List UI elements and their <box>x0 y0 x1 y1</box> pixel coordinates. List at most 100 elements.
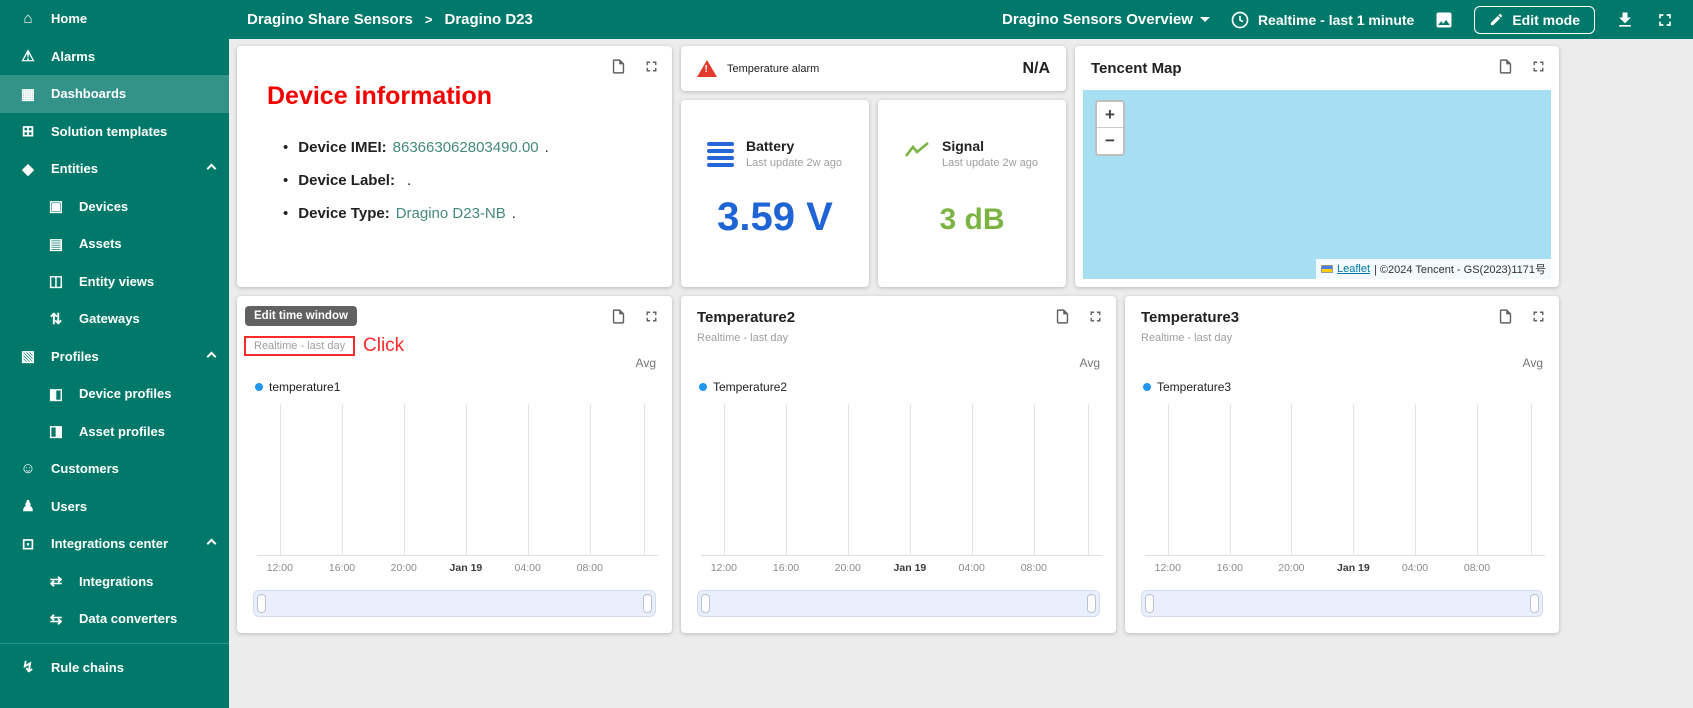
sidebar-item-users[interactable]: ♟ Users <box>0 488 229 526</box>
dashboard-state-selector[interactable]: Dragino Sensors Overview <box>1002 11 1210 28</box>
chart-legend[interactable]: temperature1 <box>255 380 340 394</box>
sidebar-item-assets[interactable]: ▤ Assets <box>0 225 229 263</box>
users-icon: ♟ <box>18 497 38 515</box>
assets-icon: ▤ <box>46 235 66 253</box>
customers-icon: ☺ <box>18 460 38 477</box>
x-tick: 04:00 <box>959 562 985 574</box>
range-handle-right[interactable] <box>1530 594 1539 613</box>
breadcrumb-parent[interactable]: Dragino Share Sensors <box>247 11 413 28</box>
range-handle-left[interactable] <box>1145 594 1154 613</box>
aggregation-label: Avg <box>1080 356 1100 370</box>
range-handle-left[interactable] <box>701 594 710 613</box>
map-attribution: Leaflet | ©2024 Tencent - GS(2023)1171号 <box>1316 259 1551 279</box>
chart-plot[interactable] <box>701 404 1102 556</box>
gridline <box>1531 404 1532 555</box>
sidebar-item-integrations-center[interactable]: ⊡ Integrations center <box>0 525 229 563</box>
sidebar-item-entity-views[interactable]: ◫ Entity views <box>0 263 229 301</box>
export-widget-icon[interactable] <box>610 58 627 75</box>
zoom-out-button[interactable]: − <box>1097 128 1123 154</box>
sidebar-item-data-converters[interactable]: ⇆ Data converters <box>0 600 229 638</box>
sidebar-item-device-profiles[interactable]: ◧ Device profiles <box>0 375 229 413</box>
sidebar-item-devices[interactable]: ▣ Devices <box>0 188 229 226</box>
chevron-up-icon <box>207 351 217 361</box>
leaflet-link[interactable]: Leaflet <box>1337 263 1370 275</box>
edit-mode-button[interactable]: Edit mode <box>1474 6 1595 34</box>
sidebar-item-customers[interactable]: ☺ Customers <box>0 450 229 488</box>
expand-widget-icon[interactable] <box>1530 308 1547 325</box>
gridline <box>848 404 849 555</box>
chart-plot[interactable] <box>1145 404 1545 556</box>
device-profiles-icon: ◧ <box>46 385 66 403</box>
device-imei-label: Device IMEI: <box>298 139 386 156</box>
device-information-title: Device information <box>267 82 672 111</box>
sidebar-item-solution-templates[interactable]: ⊞ Solution templates <box>0 113 229 151</box>
fullscreen-icon[interactable] <box>1655 10 1675 30</box>
sidebar-item-gateways[interactable]: ⇅ Gateways <box>0 300 229 338</box>
alarms-icon: ⚠ <box>18 47 38 65</box>
export-widget-icon[interactable] <box>610 308 627 325</box>
sidebar-divider <box>0 643 229 644</box>
gridline <box>786 404 787 555</box>
chart-timewindow-label[interactable]: Realtime - last day <box>254 340 345 352</box>
sidebar-item-alarms[interactable]: ⚠ Alarms <box>0 38 229 76</box>
aggregation-label: Avg <box>1523 356 1543 370</box>
bullet-icon: • <box>283 139 288 156</box>
zoom-in-button[interactable]: + <box>1097 102 1123 128</box>
range-handle-right[interactable] <box>1087 594 1096 613</box>
range-handle-right[interactable] <box>643 594 652 613</box>
expand-widget-icon[interactable] <box>643 308 660 325</box>
chevron-down-icon <box>1200 17 1210 22</box>
temperature-alarm-widget[interactable]: Temperature alarm N/A <box>681 46 1066 91</box>
x-tick: 04:00 <box>515 562 541 574</box>
click-annotation: Click <box>363 335 404 357</box>
export-widget-icon[interactable] <box>1497 308 1514 325</box>
sidebar-item-home[interactable]: ⌂ Home <box>0 0 229 38</box>
image-export-icon[interactable] <box>1434 10 1454 30</box>
entity-views-icon: ◫ <box>46 272 66 290</box>
sidebar-item-label: Profiles <box>51 349 99 364</box>
time-range-slider[interactable] <box>697 590 1100 617</box>
x-tick: 04:00 <box>1402 562 1428 574</box>
x-tick: 16:00 <box>773 562 799 574</box>
devices-icon: ▣ <box>46 197 66 215</box>
sidebar-item-dashboards[interactable]: ▦ Dashboards <box>0 75 229 113</box>
x-tick: 16:00 <box>329 562 355 574</box>
download-icon[interactable] <box>1615 10 1635 30</box>
legend-dot-icon <box>1143 383 1151 391</box>
x-tick: 20:00 <box>835 562 861 574</box>
row-suffix: . <box>407 172 411 189</box>
flag-icon <box>1321 265 1333 273</box>
chart-legend[interactable]: Temperature2 <box>699 380 787 394</box>
signal-trend-icon <box>904 140 930 165</box>
expand-widget-icon[interactable] <box>1087 308 1104 325</box>
chart-legend[interactable]: Temperature3 <box>1143 380 1231 394</box>
chart-plot[interactable] <box>257 404 658 556</box>
timewindow-highlight-box[interactable]: Realtime - last day <box>244 336 355 356</box>
timewindow-label: Realtime - last 1 minute <box>1258 12 1414 28</box>
sidebar-item-rule-chains[interactable]: ↯ Rule chains <box>0 649 229 687</box>
sidebar-item-profiles[interactable]: ▧ Profiles <box>0 338 229 376</box>
temperature3-chart-widget: Temperature3 Realtime - last day Avg Tem… <box>1125 296 1559 633</box>
sidebar-item-integrations[interactable]: ⇄ Integrations <box>0 563 229 601</box>
breadcrumb-separator: > <box>425 12 433 27</box>
time-range-slider[interactable] <box>1141 590 1543 617</box>
data-converters-icon: ⇆ <box>46 610 66 628</box>
x-tick: 12:00 <box>711 562 737 574</box>
sidebar-item-asset-profiles[interactable]: ◨ Asset profiles <box>0 413 229 451</box>
x-tick: Jan 19 <box>1337 562 1370 574</box>
timewindow-button[interactable]: Realtime - last 1 minute <box>1230 10 1414 30</box>
time-range-slider[interactable] <box>253 590 656 617</box>
chart-timewindow-label[interactable]: Realtime - last day <box>697 332 788 344</box>
export-widget-icon[interactable] <box>1497 58 1514 75</box>
map-canvas[interactable]: + − Leaflet | ©2024 Tencent - GS(2023)11… <box>1083 90 1551 279</box>
edit-time-window-tooltip: Edit time window <box>245 306 357 326</box>
x-tick: 08:00 <box>1021 562 1047 574</box>
sidebar-item-entities[interactable]: ◆ Entities <box>0 150 229 188</box>
export-widget-icon[interactable] <box>1054 308 1071 325</box>
expand-widget-icon[interactable] <box>1530 58 1547 75</box>
chart-timewindow-label[interactable]: Realtime - last day <box>1141 332 1232 344</box>
legend-label: Temperature3 <box>1157 380 1231 394</box>
expand-widget-icon[interactable] <box>643 58 660 75</box>
range-handle-left[interactable] <box>257 594 266 613</box>
sidebar-item-label: Rule chains <box>51 660 124 675</box>
